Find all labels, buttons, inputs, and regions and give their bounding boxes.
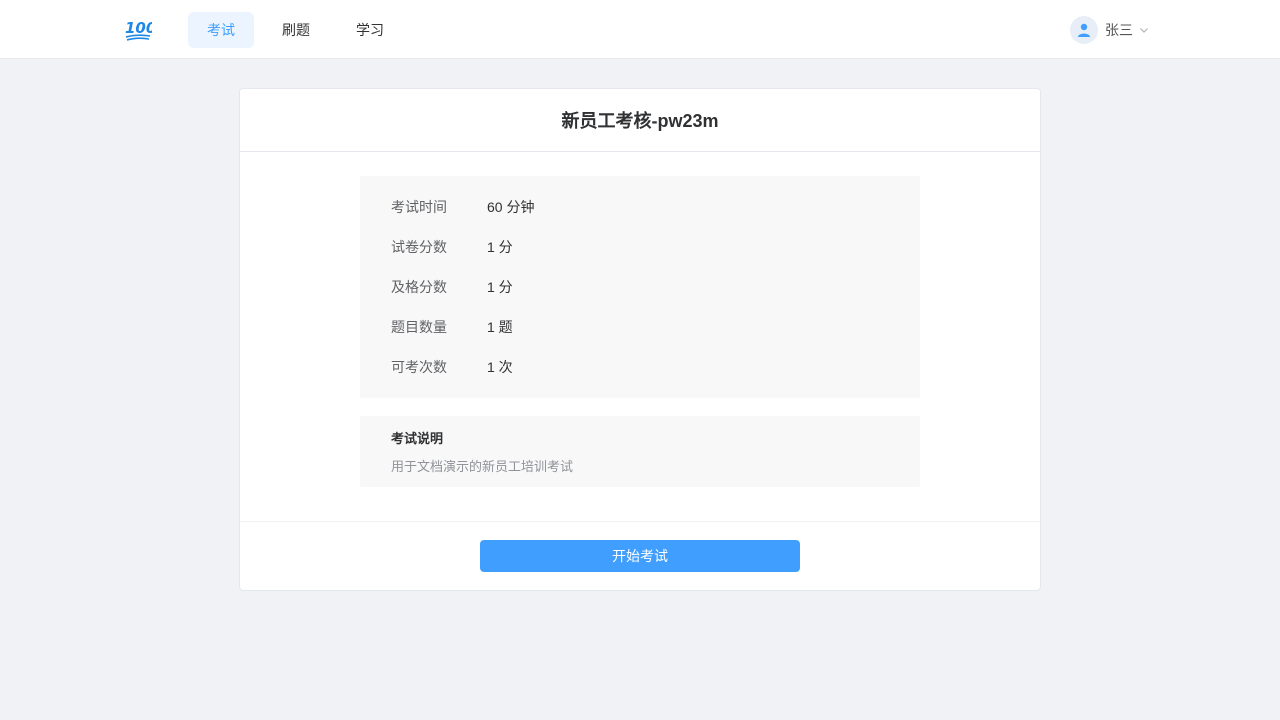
info-row-duration: 考试时间 60 分钟 <box>391 197 791 217</box>
info-label: 及格分数 <box>391 279 447 295</box>
svg-text:100: 100 <box>125 19 152 37</box>
nav-tab-study[interactable]: 学习 <box>342 12 398 48</box>
user-menu[interactable]: 张三 <box>1070 16 1149 44</box>
info-value: 1 次 <box>487 359 513 375</box>
info-row-total-score: 试卷分数 1 分 <box>391 237 791 257</box>
user-name: 张三 <box>1105 22 1133 38</box>
info-label: 试卷分数 <box>391 239 447 255</box>
exam-card-header: 新员工考核-pw23m <box>240 89 1040 152</box>
info-label: 题目数量 <box>391 319 447 335</box>
description-title: 考试说明 <box>391 431 444 446</box>
exam-card: 新员工考核-pw23m 考试时间 60 分钟 试卷分数 1 分 及格分数 1 分… <box>239 88 1041 591</box>
info-value: 60 分钟 <box>487 199 535 215</box>
info-row-question-count: 题目数量 1 题 <box>391 317 791 337</box>
info-value: 1 题 <box>487 319 513 335</box>
nav-tab-exam[interactable]: 考试 <box>188 12 254 48</box>
user-icon <box>1070 16 1098 44</box>
start-exam-button[interactable]: 开始考试 <box>480 540 800 572</box>
info-label: 可考次数 <box>391 359 447 375</box>
info-row-attempts: 可考次数 1 次 <box>391 357 791 377</box>
hundred-points-logo-icon[interactable]: 100 <box>124 18 156 42</box>
info-value: 1 分 <box>487 279 513 295</box>
chevron-down-icon <box>1140 28 1148 33</box>
info-label: 考试时间 <box>391 199 447 215</box>
top-navbar: 100 考试 刷题 学习 张三 <box>0 0 1280 59</box>
nav-tab-practice[interactable]: 刷题 <box>268 12 324 48</box>
info-value: 1 分 <box>487 239 513 255</box>
exam-info-panel: 考试时间 60 分钟 试卷分数 1 分 及格分数 1 分 题目数量 1 题 可考… <box>360 176 920 398</box>
exam-title: 新员工考核-pw23m <box>561 111 719 131</box>
info-row-pass-score: 及格分数 1 分 <box>391 277 791 297</box>
card-footer-divider <box>240 521 1040 522</box>
description-text: 用于文档演示的新员工培训考试 <box>391 459 574 474</box>
exam-description-panel: 考试说明 用于文档演示的新员工培训考试 <box>360 416 920 487</box>
